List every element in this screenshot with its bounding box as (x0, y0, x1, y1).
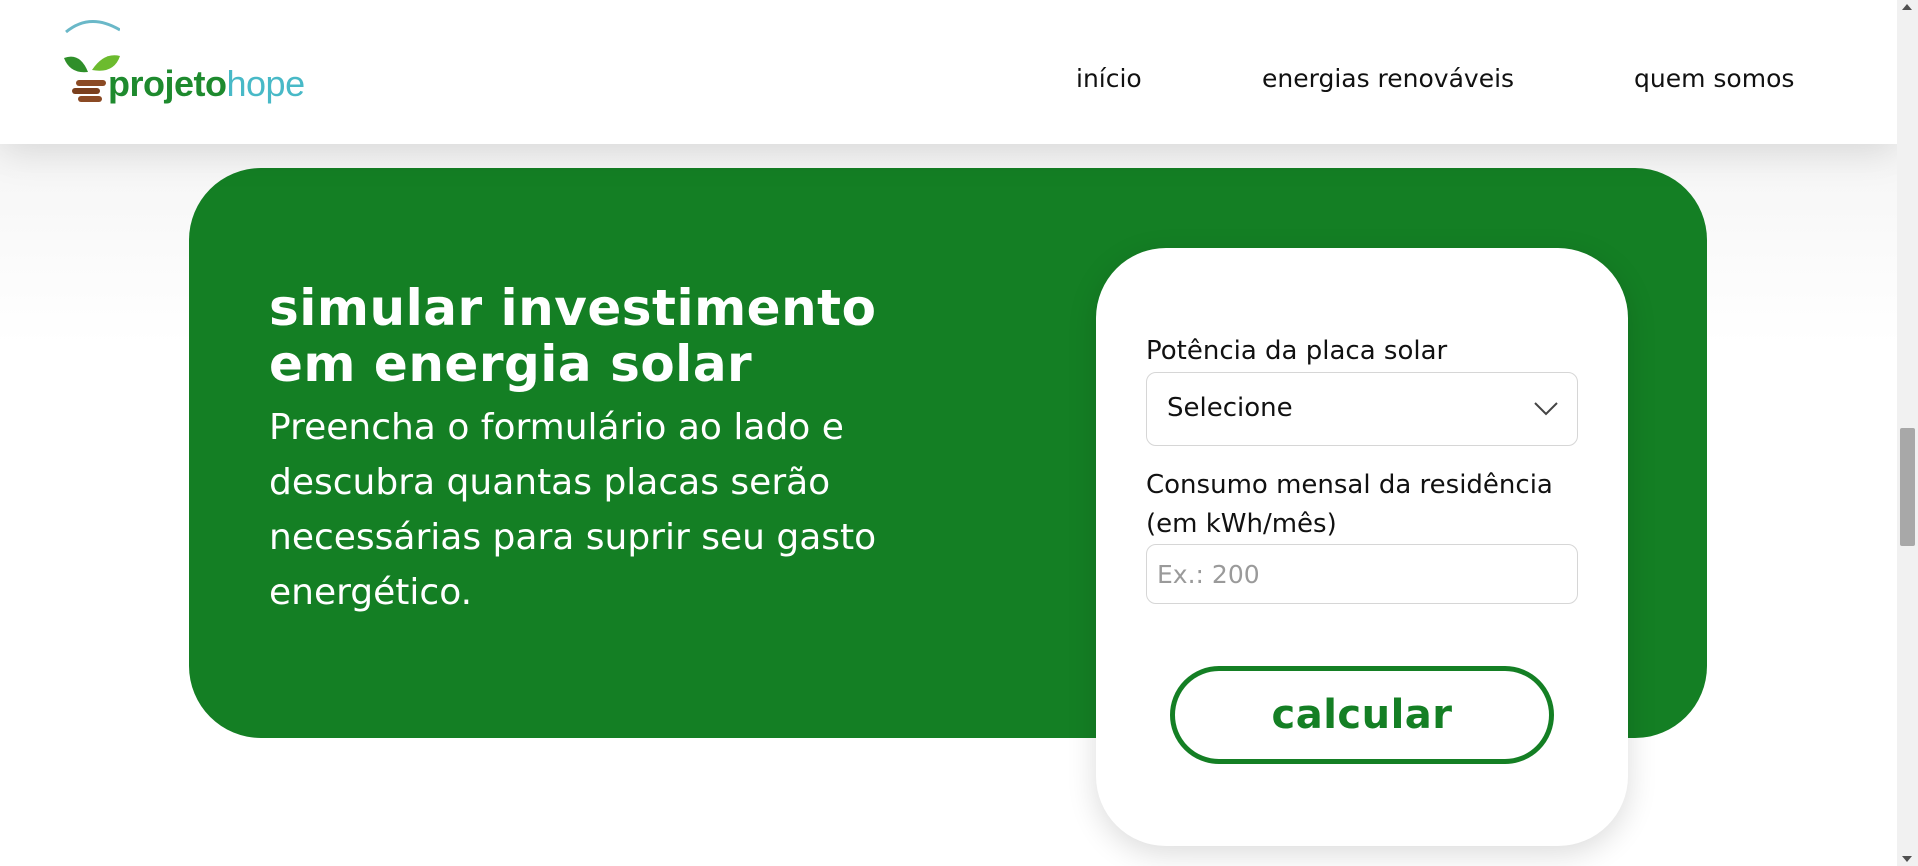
scrollbar-thumb[interactable] (1900, 428, 1915, 546)
consumption-field-label: Consumo mensal da residência (em kWh/mês… (1146, 470, 1553, 539)
banner-description: Preencha o formulário ao lado e descubra… (269, 407, 877, 613)
page-scrollbar[interactable] (1897, 0, 1918, 866)
power-select-value: Selecione (1167, 393, 1293, 423)
nav-item-quem-somos[interactable]: quem somos (1634, 64, 1794, 93)
simulator-form-card: Potência da placa solar Selecione Consum… (1096, 248, 1628, 846)
power-field-label: Potência da placa solar (1146, 336, 1448, 366)
nav-item-inicio[interactable]: início (1076, 64, 1142, 93)
scroll-up-arrow-icon[interactable] (1902, 4, 1912, 10)
banner-title: simular investimento em energia solar (269, 279, 877, 393)
main-nav: início energias renováveis quem somos (0, 0, 1897, 144)
chevron-down-icon (1534, 402, 1558, 416)
site-header: projetohope início energias renováveis q… (0, 0, 1897, 144)
calculate-button[interactable]: calcular (1170, 666, 1554, 764)
power-select[interactable]: Selecione (1146, 372, 1578, 446)
scroll-down-arrow-icon[interactable] (1902, 856, 1912, 862)
nav-item-energias-renovaveis[interactable]: energias renováveis (1262, 64, 1514, 93)
consumption-input[interactable] (1146, 544, 1578, 604)
